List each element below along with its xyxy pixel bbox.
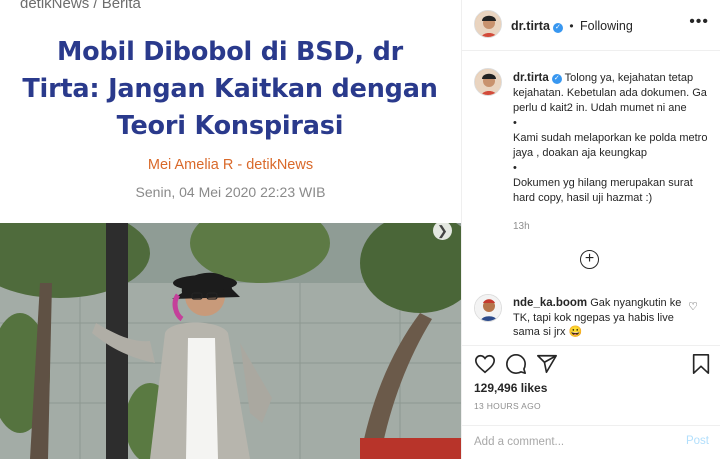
caption-line: •	[513, 117, 517, 129]
comment-username[interactable]: nde_ka.boom	[513, 297, 587, 309]
plus-circle-icon[interactable]: +	[580, 250, 599, 269]
add-comment-bar: Post	[462, 425, 720, 459]
post-side-panel: dr.tirta ✓ • Following ••• dr.tirta ✓ Tolo…	[461, 0, 720, 459]
heart-icon[interactable]	[474, 353, 496, 375]
share-icon[interactable]	[536, 353, 558, 375]
post-time-ago[interactable]: 13 HOURS AGO	[474, 401, 541, 411]
photo-illustration	[0, 223, 461, 459]
bookmark-icon[interactable]	[690, 353, 712, 375]
comment-like-heart-icon[interactable]: ♡	[688, 300, 698, 313]
caption-line: •	[513, 162, 517, 174]
comment-item: nde_ka.boom Gak nyangkutin ke TK, tapi k…	[513, 296, 685, 340]
post-media[interactable]: detikNews / Berita Mobil Dibobol di BSD,…	[0, 0, 461, 459]
caption-line: Kami sudah melaporkan ke polda metro jay…	[513, 132, 708, 159]
verified-icon: ✓	[552, 23, 563, 33]
separator-dot: •	[569, 19, 574, 33]
article-date: Senin, 04 Mei 2020 22:23 WIB	[135, 184, 326, 200]
post-caption: dr.tirta ✓ Tolong ya, kejahatan tetap kej…	[513, 71, 709, 206]
article-title: Mobil Dibobol di BSD, dr Tirta: Jangan K…	[22, 37, 438, 141]
avatar-image	[475, 69, 501, 95]
avatar-image	[475, 295, 501, 321]
post-header: dr.tirta ✓ • Following •••	[462, 0, 720, 51]
comments-list[interactable]: dr.tirta ✓ Tolong ya, kejahatan tetap kej…	[462, 52, 720, 345]
following-button[interactable]: Following	[580, 19, 633, 33]
caption-timestamp[interactable]: 13h	[513, 221, 530, 232]
username-link[interactable]: dr.tirta	[511, 19, 550, 33]
caption-line: Dokumen yg hilang merupakan surat hard c…	[513, 177, 693, 204]
chevron-right-icon[interactable]: ❯	[433, 221, 452, 240]
verified-icon: ✓	[551, 74, 562, 84]
more-options-button[interactable]: •••	[689, 13, 709, 31]
avatar[interactable]	[474, 10, 502, 38]
article-byline: Mei Amelia R - detikNews	[147, 157, 314, 173]
likes-count[interactable]: 129,496 likes	[474, 381, 547, 395]
article-photo	[0, 223, 461, 459]
comment-input[interactable]	[474, 432, 674, 452]
comment-icon[interactable]	[505, 353, 527, 375]
post-actions: 129,496 likes 13 HOURS AGO	[462, 345, 720, 425]
caption-username[interactable]: dr.tirta	[513, 72, 549, 84]
post-comment-button[interactable]: Post	[686, 435, 709, 447]
article-screenshot-header: detikNews / Berita Mobil Dibobol di BSD,…	[0, 0, 461, 223]
avatar-image	[475, 11, 501, 37]
caption-avatar[interactable]	[474, 68, 502, 96]
post-author: dr.tirta ✓ • Following	[511, 17, 633, 35]
commenter-avatar[interactable]	[474, 294, 502, 322]
breadcrumb: detikNews / Berita	[20, 0, 141, 12]
